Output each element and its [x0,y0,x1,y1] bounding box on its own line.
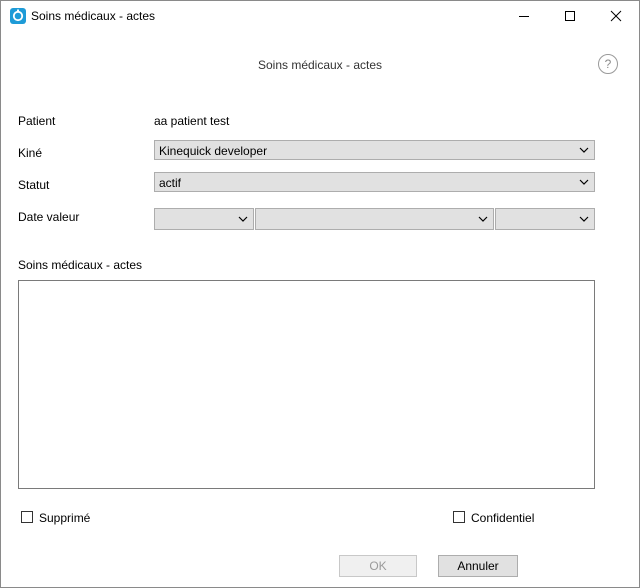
help-button[interactable]: ? [598,54,618,74]
statut-select[interactable]: actif [154,172,595,192]
statut-label: Statut [18,178,50,192]
soins-actes-label: Soins médicaux - actes [18,258,143,272]
maximize-button[interactable] [547,1,593,31]
date-month-select[interactable] [255,208,494,230]
ok-button[interactable]: OK [339,555,417,577]
dialog-header-title: Soins médicaux - actes [257,58,383,72]
soins-actes-textarea[interactable] [18,280,595,489]
dialog-window: Soins médicaux - actes Soins médicaux - … [0,0,640,588]
cancel-button[interactable]: Annuler [438,555,518,577]
statut-select-value: actif [159,176,182,190]
supprime-checkbox[interactable] [21,511,33,523]
minimize-button[interactable] [501,1,547,31]
close-icon [610,10,622,22]
chevron-down-icon [579,147,589,153]
maximize-icon [565,11,575,21]
date-day-select[interactable] [154,208,254,230]
close-button[interactable] [593,1,639,31]
minimize-icon [519,16,529,17]
chevron-down-icon [579,216,589,222]
title-bar[interactable]: Soins médicaux - actes [1,1,639,31]
chevron-down-icon [579,179,589,185]
patient-label: Patient [18,114,56,128]
chevron-down-icon [478,216,488,222]
help-icon: ? [604,57,612,71]
kine-select-value: Kinequick developer [159,144,268,158]
app-icon [10,8,26,24]
chevron-down-icon [238,216,248,222]
supprime-label[interactable]: Supprimé [39,511,90,525]
patient-value: aa patient test [154,114,230,128]
date-year-select[interactable] [495,208,595,230]
kine-label: Kiné [18,146,43,160]
confidentiel-checkbox[interactable] [453,511,465,523]
kine-select[interactable]: Kinequick developer [154,140,595,160]
window-title: Soins médicaux - actes [31,9,156,23]
confidentiel-label[interactable]: Confidentiel [471,511,534,525]
date-valeur-label: Date valeur [18,210,80,224]
